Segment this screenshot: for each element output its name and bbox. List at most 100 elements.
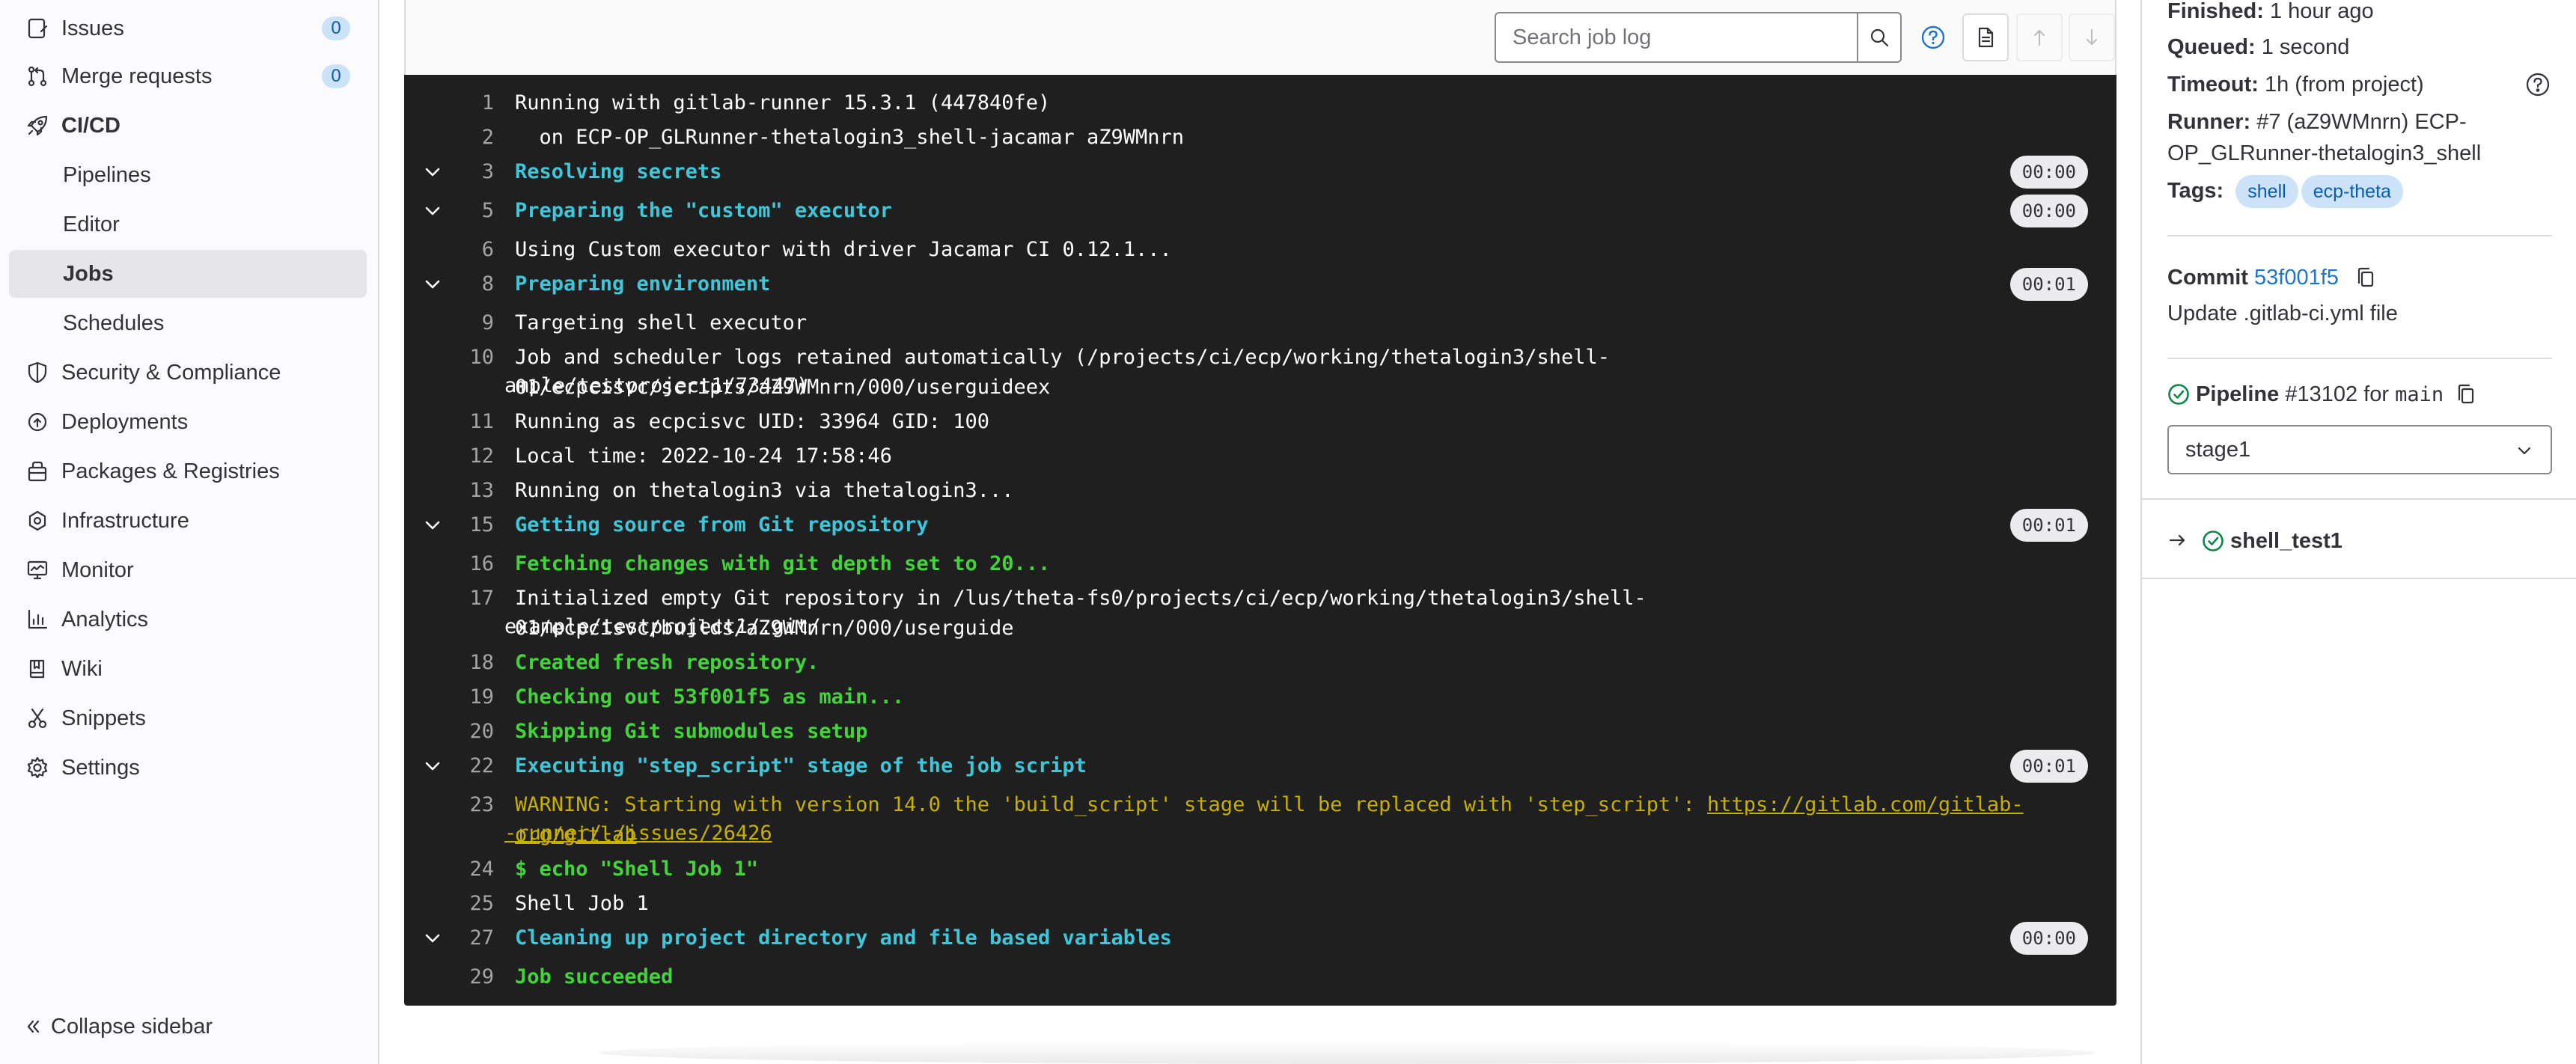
chevron-down-icon[interactable]: [421, 513, 445, 537]
runner-value-continuation: OP_GLRunner-thetalogin3_shell: [2167, 141, 2482, 165]
sidebar-item-cicd[interactable]: CI/CD: [9, 102, 367, 150]
finished-value: 1 hour ago: [2269, 0, 2374, 23]
log-line: 11 Running as ecpcisvc UID: 33964 GID: 10…: [404, 407, 2116, 441]
sidebar-item-label: Analytics: [61, 607, 149, 632]
line-number[interactable]: 11: [449, 407, 494, 437]
log-line: 29 Job succeeded: [404, 962, 2116, 997]
line-number[interactable]: 25: [449, 889, 494, 919]
status-success-icon: [2203, 531, 2224, 551]
line-number[interactable]: 18: [449, 648, 494, 678]
collapse-sidebar-label: Collapse sidebar: [51, 1014, 213, 1039]
line-number[interactable]: 23: [449, 790, 494, 820]
log-text: on ECP-OP_GLRunner-thetalogin3_shell-jac…: [515, 126, 1185, 149]
issues-icon: [28, 18, 48, 39]
log-text: Shell Job 1: [515, 892, 649, 915]
job-name: shell_test1: [2230, 529, 2342, 553]
search-job-log-input[interactable]: [1496, 13, 1857, 61]
line-number[interactable]: 27: [449, 923, 494, 953]
copy-icon[interactable]: [2355, 266, 2376, 289]
sidebar-subitem-schedules[interactable]: Schedules: [9, 299, 367, 347]
sidebar-item-packages[interactable]: Packages & Registries: [9, 447, 367, 495]
sidebar-item-deployments[interactable]: Deployments: [9, 398, 367, 446]
sidebar-item-settings[interactable]: Settings: [9, 744, 367, 792]
sidebar-subitem-editor[interactable]: Editor: [9, 201, 367, 248]
pipeline-id-link[interactable]: #13102: [2285, 382, 2357, 406]
divider: [2167, 235, 2552, 236]
log-section-header[interactable]: 27 Cleaning up project directory and file…: [404, 922, 2116, 958]
chevron-down-icon[interactable]: [421, 754, 445, 778]
log-section-header[interactable]: 15 Getting source from Git repository 00:…: [404, 509, 2116, 545]
double-chevron-left-icon: [27, 1020, 40, 1033]
chevron-down-icon[interactable]: [421, 199, 445, 223]
line-number[interactable]: 13: [449, 476, 494, 506]
log-text: Cleaning up project directory and file b…: [515, 926, 1172, 950]
job-list-item[interactable]: shell_test1: [2142, 498, 2576, 579]
commit-sha-link[interactable]: 53f001f5: [2254, 266, 2339, 290]
stage-dropdown[interactable]: stage1: [2167, 425, 2552, 474]
line-number[interactable]: 2: [449, 123, 494, 153]
collapse-sidebar-button[interactable]: Collapse sidebar: [9, 1004, 367, 1049]
line-number[interactable]: 6: [449, 235, 494, 265]
pipeline-ref[interactable]: main: [2395, 383, 2444, 406]
log-line: 23 WARNING: Starting with version 14.0 t…: [404, 790, 2116, 853]
copy-icon[interactable]: [2456, 383, 2476, 406]
sidebar-item-infrastructure[interactable]: Infrastructure: [9, 497, 367, 545]
line-number[interactable]: 10: [449, 343, 494, 373]
log-text: Preparing the "custom" executor: [515, 199, 892, 222]
log-section-header[interactable]: 3 Resolving secrets 00:00: [404, 156, 2116, 192]
line-number[interactable]: 15: [449, 510, 494, 540]
log-section-header[interactable]: 5 Preparing the "custom" executor 00:00: [404, 195, 2116, 230]
sidebar-item-label: Packages & Registries: [61, 459, 280, 483]
search-button[interactable]: [1857, 13, 1900, 61]
line-number[interactable]: 29: [449, 962, 494, 992]
tags-row: Tags: shell ecp-theta: [2167, 175, 2406, 208]
line-number[interactable]: 1: [449, 88, 494, 118]
line-number[interactable]: 12: [449, 441, 494, 471]
chevron-down-icon[interactable]: [421, 160, 445, 184]
line-number[interactable]: 5: [449, 196, 494, 226]
monitor-icon: [27, 560, 48, 580]
sidebar-subitem-jobs[interactable]: Jobs: [9, 250, 367, 298]
sidebar-item-label: Security & Compliance: [61, 360, 281, 385]
section-duration-badge: 00:00: [2009, 156, 2088, 189]
line-number[interactable]: 19: [449, 682, 494, 712]
log-section-header[interactable]: 22 Executing "step_script" stage of the j…: [404, 750, 2116, 786]
log-section-header[interactable]: 8 Preparing environment 00:01: [404, 268, 2116, 304]
log-text: Skipping Git submodules setup: [515, 720, 868, 743]
sidebar-item-issues[interactable]: Issues 0: [9, 4, 367, 52]
log-line: 12 Local time: 2022-10-24 17:58:46: [404, 441, 2116, 476]
show-complete-raw-button[interactable]: [1962, 13, 2009, 61]
sidebar-subitem-label: Schedules: [63, 311, 165, 335]
chevron-down-icon[interactable]: [421, 272, 445, 296]
sidebar-item-security[interactable]: Security & Compliance: [9, 349, 367, 397]
left-sidebar: Issues 0 Merge requests 0 CI/CD Pipeline…: [0, 0, 379, 1064]
chevron-down-icon[interactable]: [421, 926, 445, 950]
line-number[interactable]: 9: [449, 308, 494, 338]
issue-link-continuation[interactable]: -runner/-/issues/26426: [504, 819, 2087, 849]
sidebar-item-label: Wiki: [61, 656, 103, 681]
sidebar-item-wiki[interactable]: Wiki: [9, 645, 367, 693]
finished-label: Finished:: [2167, 0, 2264, 23]
sidebar-item-analytics[interactable]: Analytics: [9, 596, 367, 643]
line-number[interactable]: 17: [449, 584, 494, 614]
scroll-to-bottom-button[interactable]: [2069, 13, 2115, 61]
pipeline-for-text: for: [2363, 382, 2390, 406]
line-number[interactable]: 16: [449, 549, 494, 579]
sidebar-item-monitor[interactable]: Monitor: [9, 546, 367, 594]
line-number[interactable]: 20: [449, 717, 494, 747]
chart-icon: [28, 609, 48, 629]
line-number[interactable]: 24: [449, 854, 494, 884]
log-line: 1 Running with gitlab-runner 15.3.1 (4478…: [404, 88, 2116, 123]
scroll-to-top-button[interactable]: [2016, 13, 2063, 61]
question-circle-icon[interactable]: [2525, 72, 2551, 97]
runner-value: #7 (aZ9WMnrn) ECP-: [2256, 110, 2467, 134]
line-number[interactable]: 8: [449, 269, 494, 299]
sidebar-item-snippets[interactable]: Snippets: [9, 694, 367, 742]
sidebar-subitem-label: Jobs: [63, 261, 114, 286]
line-number[interactable]: 22: [449, 751, 494, 781]
sidebar-subitem-pipelines[interactable]: Pipelines: [9, 151, 367, 199]
sidebar-item-merge-requests[interactable]: Merge requests 0: [9, 52, 367, 100]
line-number[interactable]: 3: [449, 157, 494, 187]
search-help-button[interactable]: [1910, 13, 1956, 61]
tag-badge: ecp-theta: [2301, 175, 2403, 208]
